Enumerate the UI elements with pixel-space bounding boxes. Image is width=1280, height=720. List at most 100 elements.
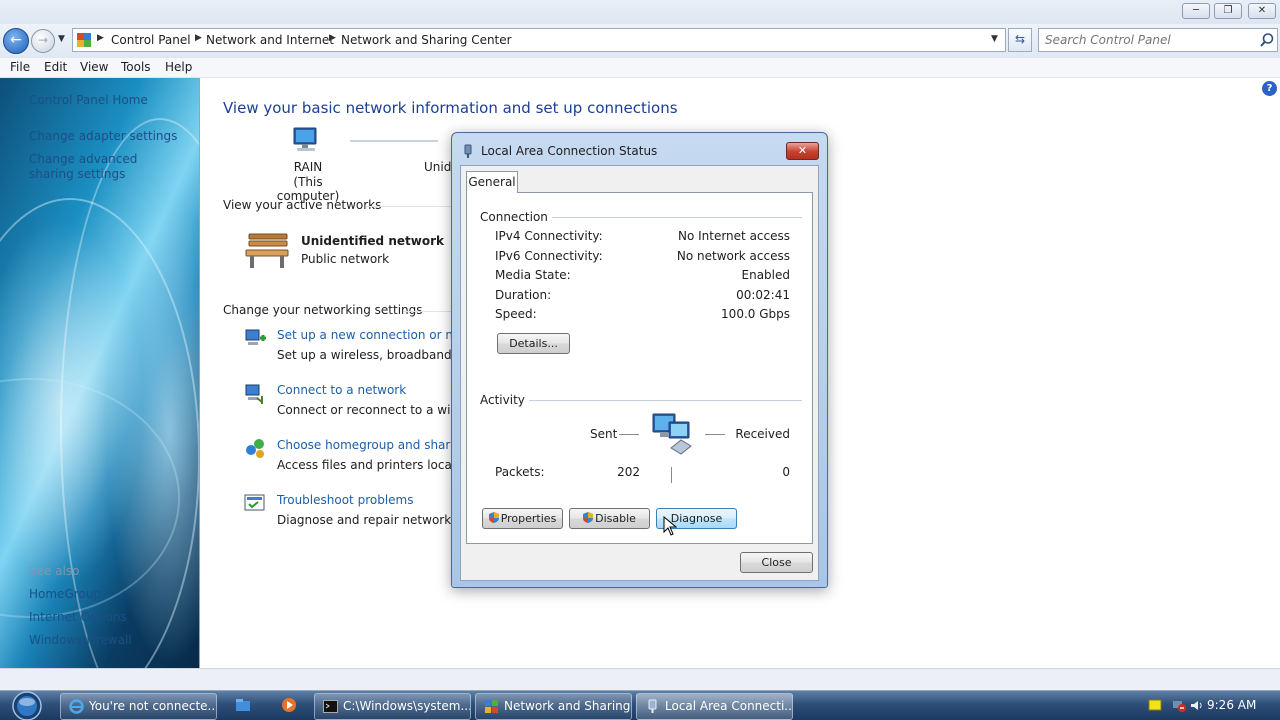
start-button-icon[interactable] xyxy=(9,691,45,720)
disable-button[interactable]: Disable xyxy=(569,508,650,529)
ipv4-label: IPv4 Connectivity: xyxy=(495,229,603,243)
action-center-flag-icon[interactable] xyxy=(1148,699,1162,712)
network-computers-icon xyxy=(652,413,692,455)
sidebar-link-internet-options[interactable]: Internet Options xyxy=(29,610,189,625)
minimize-button[interactable]: ─ xyxy=(1182,3,1210,19)
menu-edit[interactable]: Edit xyxy=(44,60,67,74)
taskbar-button-local-area-connection[interactable]: Local Area Connecti... xyxy=(636,693,793,720)
close-button[interactable]: Close xyxy=(740,552,813,573)
chevron-right-icon[interactable]: ▶ xyxy=(195,33,202,43)
dialog-title: Local Area Connection Status xyxy=(481,144,658,158)
window-status-bar xyxy=(0,668,1280,690)
ipv6-value: No network access xyxy=(676,249,790,263)
task-homegroup-link[interactable]: Choose homegroup and sharing xyxy=(277,438,469,452)
details-button[interactable]: Details... xyxy=(497,333,570,354)
shield-icon xyxy=(583,512,594,523)
sidebar-link-change-adapter-settings[interactable]: Change adapter settings xyxy=(29,129,189,144)
public-network-bench-icon xyxy=(245,233,289,268)
network-map-label[interactable]: Unid xyxy=(424,160,451,174)
navigation-bar: ← → ▼ ▶ Control Panel ▶ Network and Inte… xyxy=(0,24,1280,58)
left-navigation-pane: Control Panel Home Change adapter settin… xyxy=(0,78,200,668)
packets-sent-value: 202 xyxy=(617,465,640,479)
sidebar-link-change-advanced-sharing[interactable]: Change advanced sharing settings xyxy=(29,152,179,182)
arrow-left-icon: ← xyxy=(10,32,22,48)
breadcrumb-network-and-sharing-center[interactable]: Network and Sharing Center xyxy=(341,33,512,47)
network-adapter-icon xyxy=(648,699,657,713)
close-icon: ✕ xyxy=(797,144,808,157)
task-setup-connection-link[interactable]: Set up a new connection or netw xyxy=(277,328,475,342)
speed-value: 100.0 Gbps xyxy=(721,307,790,321)
taskbar-button-label: You're not connecte... xyxy=(89,699,217,713)
menu-view[interactable]: View xyxy=(80,60,108,74)
chevron-right-icon[interactable]: ▶ xyxy=(329,33,336,43)
network-warning-icon[interactable] xyxy=(1172,699,1186,712)
forward-button[interactable]: → xyxy=(31,29,55,53)
arrow-right-icon: → xyxy=(37,33,49,47)
sidebar-link-windows-firewall[interactable]: Windows Firewall xyxy=(29,633,189,648)
sidebar-link-control-panel-home[interactable]: Control Panel Home xyxy=(29,93,189,108)
received-line xyxy=(705,434,725,435)
maximize-button[interactable]: ❐ xyxy=(1214,3,1242,19)
system-clock[interactable]: 9:26 AM xyxy=(1207,698,1256,712)
network-name: Unidentified network xyxy=(301,234,444,248)
tab-general[interactable]: General xyxy=(466,171,518,193)
control-panel-icon xyxy=(77,33,91,47)
search-box[interactable] xyxy=(1038,28,1278,52)
sent-label: Sent xyxy=(590,427,618,441)
network-adapter-icon xyxy=(464,144,472,158)
chevron-down-icon[interactable]: ▼ xyxy=(991,34,998,44)
command-prompt-icon xyxy=(323,700,338,713)
window-close-button[interactable]: ✕ xyxy=(1248,3,1276,19)
refresh-icon: ⇆ xyxy=(1014,32,1026,46)
dialog-close-button[interactable]: ✕ xyxy=(786,142,819,160)
sent-line xyxy=(619,434,639,435)
address-bar[interactable]: ▶ Control Panel ▶ Network and Internet ▶… xyxy=(72,28,1006,52)
homegroup-icon xyxy=(246,439,264,458)
divider xyxy=(404,311,451,312)
refresh-button[interactable]: ⇆ xyxy=(1008,28,1032,52)
breadcrumb-network-and-internet[interactable]: Network and Internet xyxy=(206,33,334,47)
taskbar: You're not connecte... C:\Windows\system… xyxy=(0,690,1280,720)
activity-group-label: Activity xyxy=(480,393,529,407)
taskbar-button-label: Local Area Connecti... xyxy=(665,699,793,713)
search-input[interactable] xyxy=(1045,32,1255,48)
breadcrumb-control-panel[interactable]: Control Panel xyxy=(111,33,191,47)
media-state-label: Media State: xyxy=(495,268,571,282)
network-map-connector xyxy=(350,140,438,142)
see-also-heading: See also xyxy=(29,564,80,578)
media-player-icon[interactable] xyxy=(281,697,297,713)
menu-bar: File Edit View Tools Help xyxy=(0,58,1280,78)
local-area-connection-status-dialog: Local Area Connection Status ✕ General C… xyxy=(451,132,828,588)
menu-help[interactable]: Help xyxy=(165,60,192,74)
volume-icon[interactable] xyxy=(1190,699,1204,712)
media-state-value: Enabled xyxy=(741,268,791,282)
chevron-right-icon[interactable]: ▶ xyxy=(97,33,104,43)
duration-label: Duration: xyxy=(495,288,552,302)
back-button[interactable]: ← xyxy=(3,28,29,54)
disable-label: Disable xyxy=(595,512,636,525)
sidebar-link-homegroup[interactable]: HomeGroup xyxy=(29,587,189,602)
internet-explorer-icon xyxy=(69,699,84,714)
menu-tools[interactable]: Tools xyxy=(121,60,151,74)
computer-name[interactable]: RAIN xyxy=(280,160,336,174)
taskbar-button-cmd[interactable]: C:\Windows\system... xyxy=(314,693,471,720)
help-icon[interactable]: ? xyxy=(1262,81,1277,96)
explorer-icon[interactable] xyxy=(235,697,251,713)
speed-label: Speed: xyxy=(495,307,537,321)
properties-label: Properties xyxy=(500,512,557,525)
received-label: Received xyxy=(735,427,790,441)
active-networks-heading: View your active networks xyxy=(223,198,382,212)
properties-button[interactable]: Properties xyxy=(482,508,563,529)
taskbar-button-network-sharing[interactable]: Network and Sharing... xyxy=(475,693,632,720)
taskbar-button-browser[interactable]: You're not connecte... xyxy=(60,693,217,720)
packets-label: Packets: xyxy=(495,465,545,479)
recent-pages-dropdown[interactable]: ▼ xyxy=(58,34,65,44)
search-icon[interactable] xyxy=(1259,32,1275,48)
menu-file[interactable]: File xyxy=(10,60,30,74)
task-connect-network-link[interactable]: Connect to a network xyxy=(277,383,406,397)
task-troubleshoot-link[interactable]: Troubleshoot problems xyxy=(277,493,413,507)
shield-icon xyxy=(488,512,499,523)
troubleshoot-icon xyxy=(244,494,265,511)
network-type-link[interactable]: Public network xyxy=(301,252,389,266)
dialog-body: General Connection IPv4 Connectivity: No… xyxy=(460,165,819,581)
